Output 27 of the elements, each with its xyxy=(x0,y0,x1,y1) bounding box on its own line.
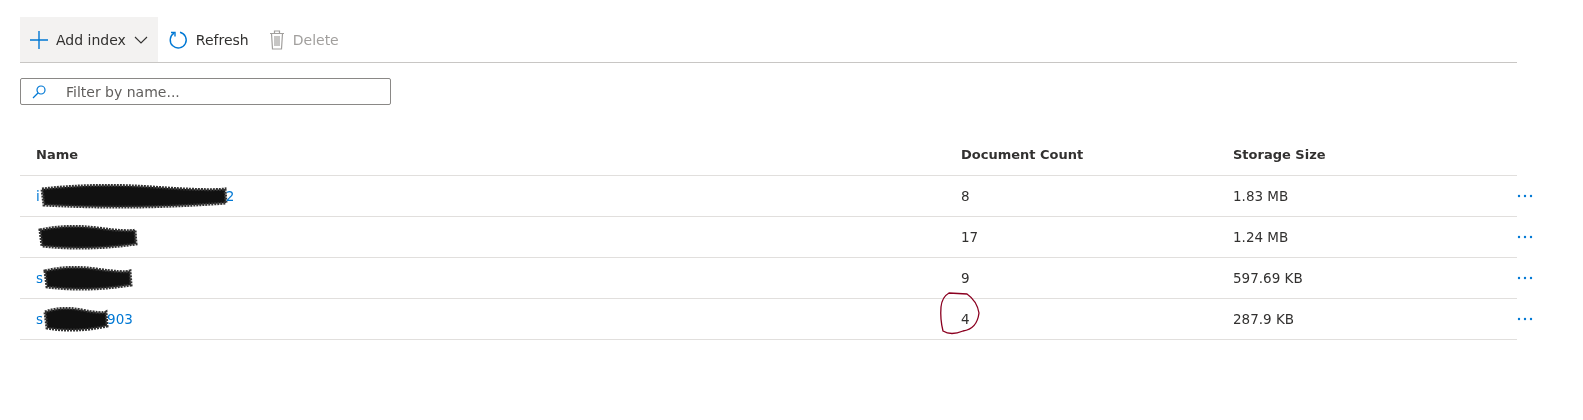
filter-field[interactable]: Filter by name... xyxy=(20,78,391,105)
storage-size: 1.83 MB xyxy=(1233,188,1290,204)
more-options-icon[interactable] xyxy=(1517,276,1533,280)
trash-icon xyxy=(268,29,285,50)
storage-size: 597.69 KB xyxy=(1233,270,1304,286)
storage-size: 287.9 KB xyxy=(1233,311,1296,327)
column-header: Name xyxy=(35,146,79,162)
more-options-icon[interactable] xyxy=(1517,194,1533,198)
add-index-button[interactable]: Add index xyxy=(20,17,158,62)
storage-size: 1.24 MB xyxy=(1233,229,1290,245)
column-header: Storage Size xyxy=(1233,146,1327,162)
more-options-icon[interactable] xyxy=(1517,235,1533,239)
refresh-button[interactable]: Refresh xyxy=(157,17,259,62)
index-name-link[interactable]: i xyxy=(36,188,40,204)
column-header: Document Count xyxy=(961,146,1085,162)
index-name-link[interactable]: s xyxy=(36,311,44,327)
index-name-link[interactable]: s xyxy=(36,270,44,286)
plus-icon xyxy=(30,30,48,49)
index-name-link[interactable]: 903 xyxy=(107,311,133,327)
refresh-icon xyxy=(167,29,188,50)
document-count: 9 xyxy=(961,270,970,286)
more-options-icon[interactable] xyxy=(1517,317,1533,321)
document-count: 4 xyxy=(961,311,970,327)
document-count: 8 xyxy=(961,188,970,204)
document-count: 17 xyxy=(961,229,979,245)
chevron-down-icon xyxy=(133,35,148,44)
index-name-link[interactable]: 2 xyxy=(225,188,235,204)
